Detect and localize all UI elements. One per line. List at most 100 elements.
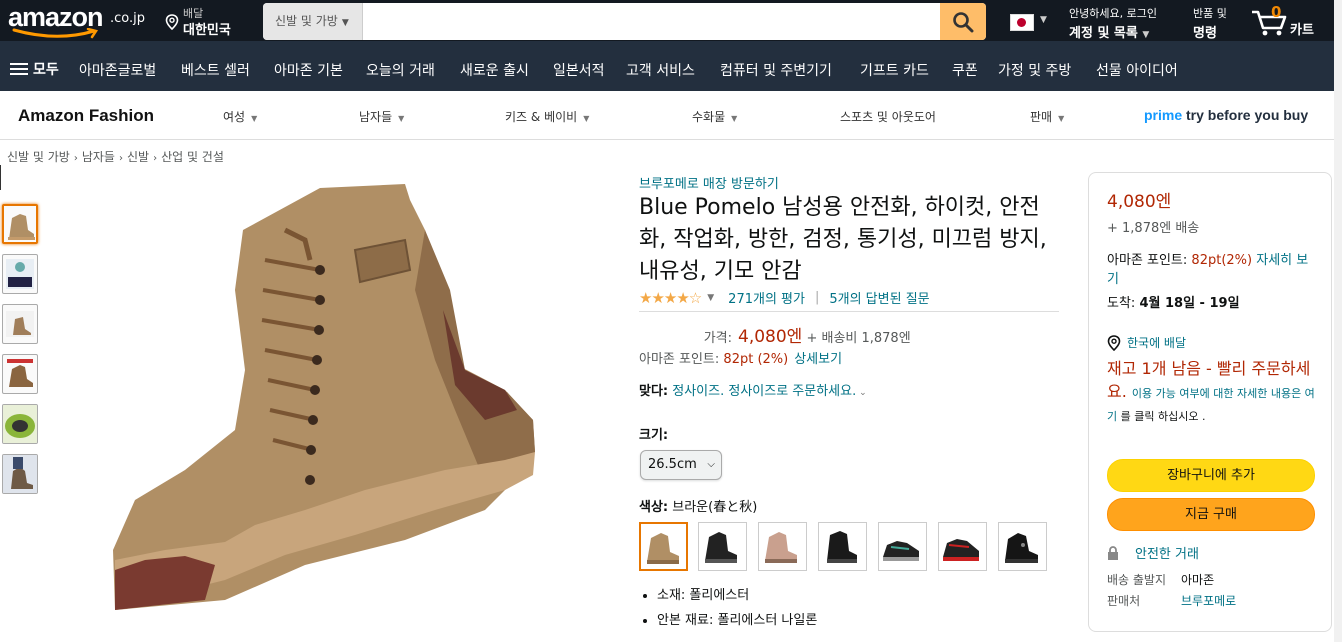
bullet-item: 소재: 폴리에스터 xyxy=(657,584,817,603)
stock-status: 재고 1개 남음 - 빨리 주문하세요. 이용 가능 여부에 대한 자세한 내용… xyxy=(1107,357,1321,426)
fashion-item-label: 여성 xyxy=(223,110,246,124)
caret-down-icon: ▼ xyxy=(398,114,405,123)
thumbnail-image[interactable] xyxy=(2,304,38,344)
language-caret-icon[interactable]: ▼ xyxy=(1040,15,1047,25)
rating-stars-icon[interactable]: ★★★★☆ xyxy=(639,289,702,307)
size-select[interactable]: 26.5cm ⌵ xyxy=(640,450,722,480)
search-icon xyxy=(953,11,974,32)
nav-item-new-releases[interactable]: 새로운 출시 xyxy=(460,60,529,80)
deliver-to-link[interactable]: 한국에 배달 xyxy=(1107,334,1186,351)
color-label: 색상: xyxy=(639,500,669,515)
points-details-link[interactable]: 상세보기 xyxy=(794,352,842,367)
product-title: Blue Pomelo 남성용 안전화, 하이컷, 안전화, 작업화, 방한, … xyxy=(639,195,1047,284)
buybox-points-label: 아마존 포인트: xyxy=(1107,253,1188,268)
account-lists-label: 계정 및 목록 xyxy=(1069,26,1138,41)
fashion-item-label: 스포츠 및 아웃도어 xyxy=(840,110,936,124)
amazon-logo[interactable]: amazon .co.jp xyxy=(8,2,150,40)
nav-item-basics[interactable]: 아마존 기본 xyxy=(274,60,343,80)
prime-tagline: try before you buy xyxy=(1186,107,1309,123)
feature-bullets: 소재: 폴리에스터 안본 재료: 폴리에스터 나일론 xyxy=(639,584,817,634)
stock-more-text: 를 클릭 하십시오 . xyxy=(1120,410,1206,423)
sold-by-row: 판매처 브루포메로 xyxy=(1107,592,1236,609)
add-to-cart-button[interactable]: 장바구니에 추가 xyxy=(1107,459,1315,492)
fashion-item-women[interactable]: 여성 ▼ xyxy=(223,108,257,125)
price-row: 가격: 4,080엔 + 배송비 1,878엔 xyxy=(639,322,911,347)
account-greeting: 안녕하세요, 로그인 xyxy=(1069,7,1157,20)
secure-transaction[interactable]: 안전한 거래 xyxy=(1107,543,1199,562)
chevron-right-icon: › xyxy=(73,153,78,164)
thumbnail-image[interactable] xyxy=(2,204,38,244)
chevron-down-icon[interactable]: ⌄ xyxy=(856,388,867,398)
answered-questions-link[interactable]: 5개의 답변된 질문 xyxy=(829,288,929,307)
nav-item-gift-cards[interactable]: 기프트 카드 xyxy=(860,60,929,80)
ships-from-label: 배송 출발지 xyxy=(1107,573,1167,587)
search-button[interactable] xyxy=(940,3,986,40)
secure-transaction-label: 안전한 거래 xyxy=(1135,547,1199,562)
lock-icon xyxy=(1108,545,1118,560)
fit-link[interactable]: 정사이즈. 정사이즈로 주문하세요. xyxy=(672,384,856,399)
color-swatch-black-red[interactable] xyxy=(938,522,987,571)
buybox-points: 아마존 포인트: 82pt(2%) 자세히 보기 xyxy=(1107,251,1319,289)
store-link[interactable]: 브루포메로 매장 방문하기 xyxy=(639,173,779,192)
main-product-image[interactable] xyxy=(105,170,545,610)
sold-by-link[interactable]: 브루포메로 xyxy=(1181,592,1236,609)
thumbnail-image[interactable] xyxy=(2,254,38,294)
buy-box: 4,080엔 + 1,878엔 배송 아마존 포인트: 82pt(2%) 자세히… xyxy=(1088,172,1332,632)
bullet-item: 안본 재료: 폴리에스터 나일론 xyxy=(657,609,817,628)
fashion-item-luggage[interactable]: 수화물 ▼ xyxy=(692,108,737,125)
ratings-count-link[interactable]: 271개의 평가 xyxy=(728,288,805,307)
thumbnail-image[interactable] xyxy=(2,404,38,444)
fashion-item-sports[interactable]: 스포츠 및 아웃도어 xyxy=(840,108,936,125)
nav-item-home-kitchen[interactable]: 가정 및 주방 xyxy=(998,60,1071,80)
search-category-dropdown[interactable]: 신발 및 가방 ▼ xyxy=(263,3,363,40)
prime-try-before-you-buy[interactable]: prime try before you buy xyxy=(1144,107,1308,123)
chevron-down-icon[interactable]: ▼ xyxy=(707,293,714,303)
breadcrumb-item[interactable]: 신발 및 가방 xyxy=(7,150,70,164)
color-swatch-black-gray[interactable] xyxy=(878,522,927,571)
all-menu-button[interactable]: 모두 xyxy=(10,59,59,79)
breadcrumb-item[interactable]: 남자들 xyxy=(82,150,115,164)
nav-item-japanese-books[interactable]: 일본서적 xyxy=(553,60,605,80)
color-row: 색상: 브라운(春と秋) xyxy=(639,496,757,515)
buybox-price: 4,080엔 xyxy=(1107,192,1172,212)
thumbnail-image[interactable] xyxy=(2,454,38,494)
nav-item-gift-ideas[interactable]: 선물 아이디어 xyxy=(1096,60,1178,80)
deliver-to-label: 한국에 배달 xyxy=(1127,336,1187,350)
color-swatch-black-2[interactable] xyxy=(818,522,867,571)
thumbnail-image[interactable] xyxy=(2,354,38,394)
breadcrumb-item[interactable]: 산업 및 건설 xyxy=(161,150,224,164)
japan-flag-icon[interactable] xyxy=(1010,14,1034,31)
nav-item-customer-service[interactable]: 고객 서비스 xyxy=(626,60,695,80)
color-swatch-black-high[interactable] xyxy=(998,522,1047,571)
caret-down-icon: ▼ xyxy=(251,114,258,123)
nav-item-deals[interactable]: 오늘의 거래 xyxy=(366,60,435,80)
fashion-item-kids[interactable]: 키즈 & 베이비 ▼ xyxy=(505,108,589,125)
smile-arrow-icon xyxy=(12,28,99,39)
price-label: 가격: xyxy=(703,331,732,346)
nav-item-coupons[interactable]: 쿠폰 xyxy=(952,60,978,80)
fit-label: 맞다: xyxy=(639,384,669,399)
nav-item-bestsellers[interactable]: 베스트 셀러 xyxy=(181,60,250,80)
fashion-item-sale[interactable]: 판매 ▼ xyxy=(1030,108,1064,125)
cart-button[interactable]: 0 카트 xyxy=(1250,3,1330,39)
color-swatch-pink-brown[interactable] xyxy=(758,522,807,571)
divider xyxy=(639,311,1059,312)
color-swatch-black[interactable] xyxy=(698,522,747,571)
amazon-fashion-brand[interactable]: Amazon Fashion xyxy=(18,106,154,126)
account-menu[interactable]: 안녕하세요, 로그인 계정 및 목록 ▼ xyxy=(1069,5,1157,41)
buy-now-button[interactable]: 지금 구매 xyxy=(1107,498,1315,531)
nav-item-global[interactable]: 아마존글로벌 xyxy=(79,60,156,80)
top-header: amazon .co.jp 배달 대한민국 신발 및 가방 ▼ ▼ 안녕하세요, … xyxy=(0,0,1342,41)
returns-orders[interactable]: 반품 및 명령 xyxy=(1193,5,1227,41)
location-pin-icon xyxy=(1107,334,1121,351)
boot-image xyxy=(113,184,535,610)
search-input[interactable] xyxy=(364,3,939,40)
divider xyxy=(0,165,1,190)
breadcrumb-item[interactable]: 신발 xyxy=(127,150,149,164)
nav-item-computers[interactable]: 컴퓨터 및 주변기기 xyxy=(720,60,832,80)
fashion-item-men[interactable]: 남자들 ▼ xyxy=(359,108,404,125)
deliver-to[interactable]: 배달 대한민국 xyxy=(165,5,255,38)
color-swatch-brown[interactable] xyxy=(639,522,688,571)
fit-row: 맞다: 정사이즈. 정사이즈로 주문하세요. ⌄ xyxy=(639,380,867,399)
page-scrollbar[interactable] xyxy=(1334,0,1342,642)
